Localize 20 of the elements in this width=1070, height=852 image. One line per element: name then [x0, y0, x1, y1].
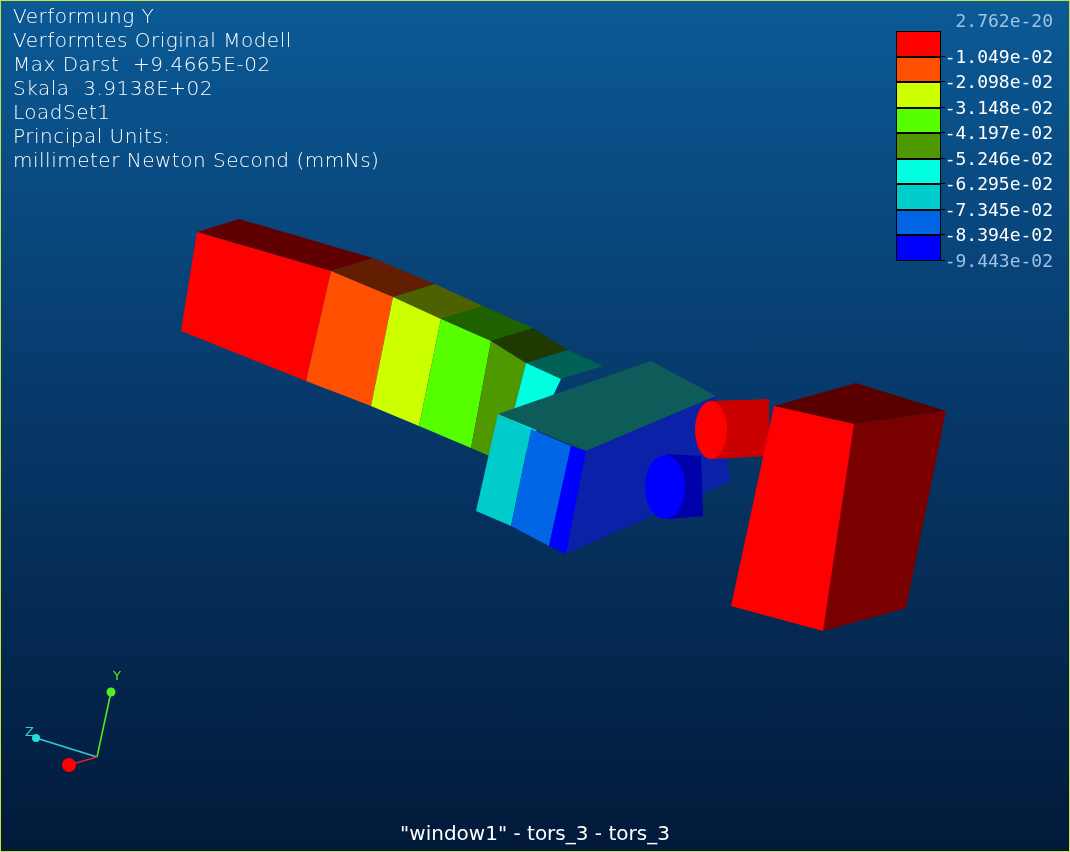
legend-value: -9.443e-02 — [944, 250, 1053, 271]
legend-value: -6.295e-02 — [944, 174, 1053, 194]
axis-label: Y — [113, 668, 121, 683]
info-text: Verformtes Original Modell — [13, 28, 293, 52]
info-text: Principal Units: — [13, 124, 172, 148]
info-text: millimeter Newton Second (mmNs) — [13, 148, 380, 172]
info-text: LoadSet1 — [13, 100, 112, 124]
axis-label: Z — [25, 724, 34, 739]
legend-value: -2.098e-02 — [944, 72, 1053, 92]
legend-value: -8.394e-02 — [944, 225, 1053, 245]
legend-value: 2.762e-20 — [955, 11, 1053, 31]
legend-value: -3.148e-02 — [944, 97, 1053, 118]
info-text: Max Darst +9.4665E-02 — [13, 52, 272, 76]
legend-value: -5.246e-02 — [944, 148, 1053, 169]
info-text: Verformung Y — [13, 4, 156, 28]
legend-value: -1.049e-02 — [944, 46, 1053, 67]
info-text: Skala 3.9138E+02 — [13, 76, 215, 100]
window-caption: "window1" - tors_3 - tors_3 — [399, 821, 671, 845]
legend-value: -4.197e-02 — [944, 123, 1053, 143]
legend-value: -7.345e-02 — [944, 199, 1053, 220]
